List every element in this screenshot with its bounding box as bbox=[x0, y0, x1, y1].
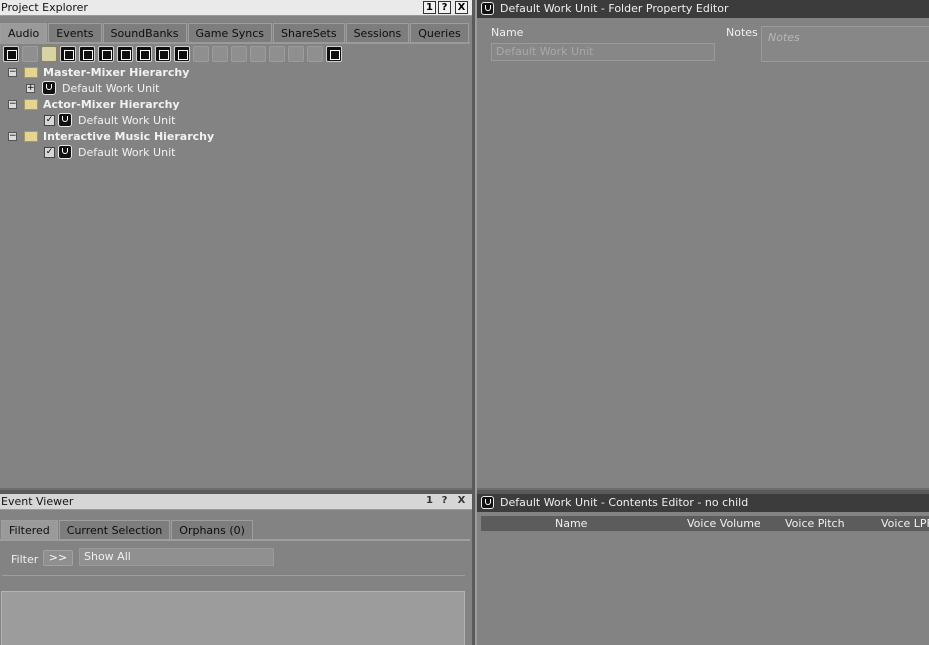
collapse-icon[interactable]: − bbox=[8, 132, 17, 141]
folder-icon[interactable] bbox=[41, 46, 57, 62]
project-explorer-title: Project Explorer bbox=[1, 1, 88, 14]
blend-icon[interactable] bbox=[174, 46, 190, 62]
close-button[interactable]: X bbox=[455, 495, 468, 508]
work-unit-icon bbox=[481, 2, 494, 15]
tree-row-work-unit[interactable]: ✓ Default Work Unit bbox=[0, 113, 200, 129]
column-header-row: Name Voice Volume Voice Pitch Voice LPF bbox=[481, 516, 929, 531]
audio-bus-icon[interactable] bbox=[326, 46, 342, 62]
filter-label: Filter bbox=[11, 553, 39, 566]
column-name[interactable]: Name bbox=[555, 517, 587, 530]
events-list[interactable] bbox=[1, 591, 465, 645]
panel-border bbox=[0, 488, 472, 490]
tree-label: Master-Mixer Hierarchy bbox=[43, 66, 190, 79]
name-label: Name bbox=[491, 26, 524, 39]
event-viewer-panel: Event Viewer 1 ? X Filtered Current Sele… bbox=[0, 494, 472, 645]
contents-editor-panel: Default Work Unit - Contents Editor - no… bbox=[477, 494, 929, 645]
tab-underline bbox=[0, 42, 470, 44]
list-icon[interactable] bbox=[98, 46, 114, 62]
event-viewer-title: Event Viewer bbox=[1, 495, 74, 508]
tab-current-selection[interactable]: Current Selection bbox=[58, 520, 171, 539]
pin-button[interactable]: 1 bbox=[423, 1, 436, 14]
tab-soundbanks[interactable]: SoundBanks bbox=[102, 23, 187, 42]
tab-queries[interactable]: Queries bbox=[410, 23, 469, 42]
property-editor-titlebar: Default Work Unit - Folder Property Edit… bbox=[477, 0, 929, 18]
panel-border bbox=[477, 488, 929, 490]
expand-icon[interactable]: + bbox=[26, 84, 35, 93]
tree-row-interactive-music[interactable]: − Interactive Music Hierarchy bbox=[0, 129, 220, 145]
folder-icon bbox=[24, 99, 38, 110]
music-track-icon bbox=[288, 46, 304, 62]
container-icon[interactable] bbox=[117, 46, 133, 62]
divider bbox=[2, 575, 465, 576]
virtual-folder-icon bbox=[22, 46, 38, 62]
music-switch-icon bbox=[231, 46, 247, 62]
folder-property-editor-panel: Default Work Unit - Folder Property Edit… bbox=[477, 0, 929, 490]
project-explorer-panel: Project Explorer 1 ? X Audio Events Soun… bbox=[0, 0, 472, 490]
motion-icon bbox=[307, 46, 323, 62]
work-unit-icon[interactable] bbox=[3, 46, 19, 62]
work-unit-icon bbox=[58, 113, 72, 127]
sound-icon bbox=[193, 46, 209, 62]
mixer-icon[interactable] bbox=[60, 46, 76, 62]
column-voice-lpf[interactable]: Voice LPF bbox=[881, 517, 929, 530]
tab-underline bbox=[0, 539, 470, 541]
folder-icon bbox=[24, 131, 38, 142]
tab-audio[interactable]: Audio bbox=[0, 23, 48, 42]
work-unit-icon bbox=[58, 145, 72, 159]
tree-label: Default Work Unit bbox=[78, 146, 176, 159]
collapse-icon[interactable]: − bbox=[8, 100, 17, 109]
notes-label: Notes bbox=[726, 26, 758, 39]
music-segment-icon bbox=[269, 46, 285, 62]
tree-label: Default Work Unit bbox=[62, 82, 160, 95]
event-viewer-tabs: Filtered Current Selection Orphans (0) bbox=[1, 520, 254, 539]
tree-row-work-unit[interactable]: ✓ Default Work Unit bbox=[0, 145, 200, 161]
filter-field[interactable]: Show All bbox=[79, 548, 274, 566]
grid-icon[interactable] bbox=[79, 46, 95, 62]
help-button[interactable]: ? bbox=[438, 495, 451, 508]
close-button[interactable]: X bbox=[455, 1, 468, 14]
include-checkbox[interactable]: ✓ bbox=[44, 147, 55, 158]
property-editor-title: Default Work Unit - Folder Property Edit… bbox=[500, 2, 729, 15]
tab-sharesets[interactable]: ShareSets bbox=[273, 23, 345, 42]
filter-expand-button[interactable]: >> bbox=[43, 550, 73, 566]
contents-editor-titlebar: Default Work Unit - Contents Editor - no… bbox=[477, 494, 929, 512]
work-unit-icon bbox=[481, 496, 494, 509]
tree-row-master-mixer[interactable]: − Master-Mixer Hierarchy bbox=[0, 65, 200, 81]
help-button[interactable]: ? bbox=[438, 1, 451, 14]
include-checkbox[interactable]: ✓ bbox=[44, 115, 55, 126]
collapse-icon[interactable]: − bbox=[8, 68, 17, 77]
music-playlist-icon bbox=[250, 46, 266, 62]
tree-row-actor-mixer[interactable]: − Actor-Mixer Hierarchy bbox=[0, 97, 200, 113]
column-voice-pitch[interactable]: Voice Pitch bbox=[785, 517, 845, 530]
project-explorer-titlebar: Project Explorer 1 ? X bbox=[0, 0, 472, 16]
folder-icon bbox=[24, 67, 38, 78]
switch-icon[interactable] bbox=[155, 46, 171, 62]
tree-label: Default Work Unit bbox=[78, 114, 176, 127]
tab-orphans[interactable]: Orphans (0) bbox=[171, 520, 253, 539]
contents-editor-title: Default Work Unit - Contents Editor - no… bbox=[500, 496, 749, 509]
notes-field[interactable]: Notes bbox=[761, 26, 929, 62]
vertical-splitter[interactable] bbox=[475, 0, 477, 645]
tree-row-work-unit[interactable]: + Default Work Unit bbox=[0, 81, 200, 97]
voice-icon bbox=[212, 46, 228, 62]
tree-label: Actor-Mixer Hierarchy bbox=[43, 98, 180, 111]
random-icon[interactable] bbox=[136, 46, 152, 62]
column-voice-volume[interactable]: Voice Volume bbox=[687, 517, 761, 530]
pin-button[interactable]: 1 bbox=[423, 495, 436, 508]
tab-events[interactable]: Events bbox=[48, 23, 102, 42]
name-field[interactable]: Default Work Unit bbox=[491, 43, 715, 61]
project-explorer-tabs: Audio Events SoundBanks Game Syncs Share… bbox=[0, 23, 470, 42]
tab-sessions[interactable]: Sessions bbox=[345, 23, 410, 42]
event-viewer-titlebar: Event Viewer 1 ? X bbox=[0, 494, 472, 510]
tab-filtered[interactable]: Filtered bbox=[1, 520, 58, 539]
tree-label: Interactive Music Hierarchy bbox=[43, 130, 215, 143]
tab-game-syncs[interactable]: Game Syncs bbox=[187, 23, 273, 42]
audio-toolbar bbox=[3, 46, 342, 63]
work-unit-icon bbox=[42, 81, 56, 95]
